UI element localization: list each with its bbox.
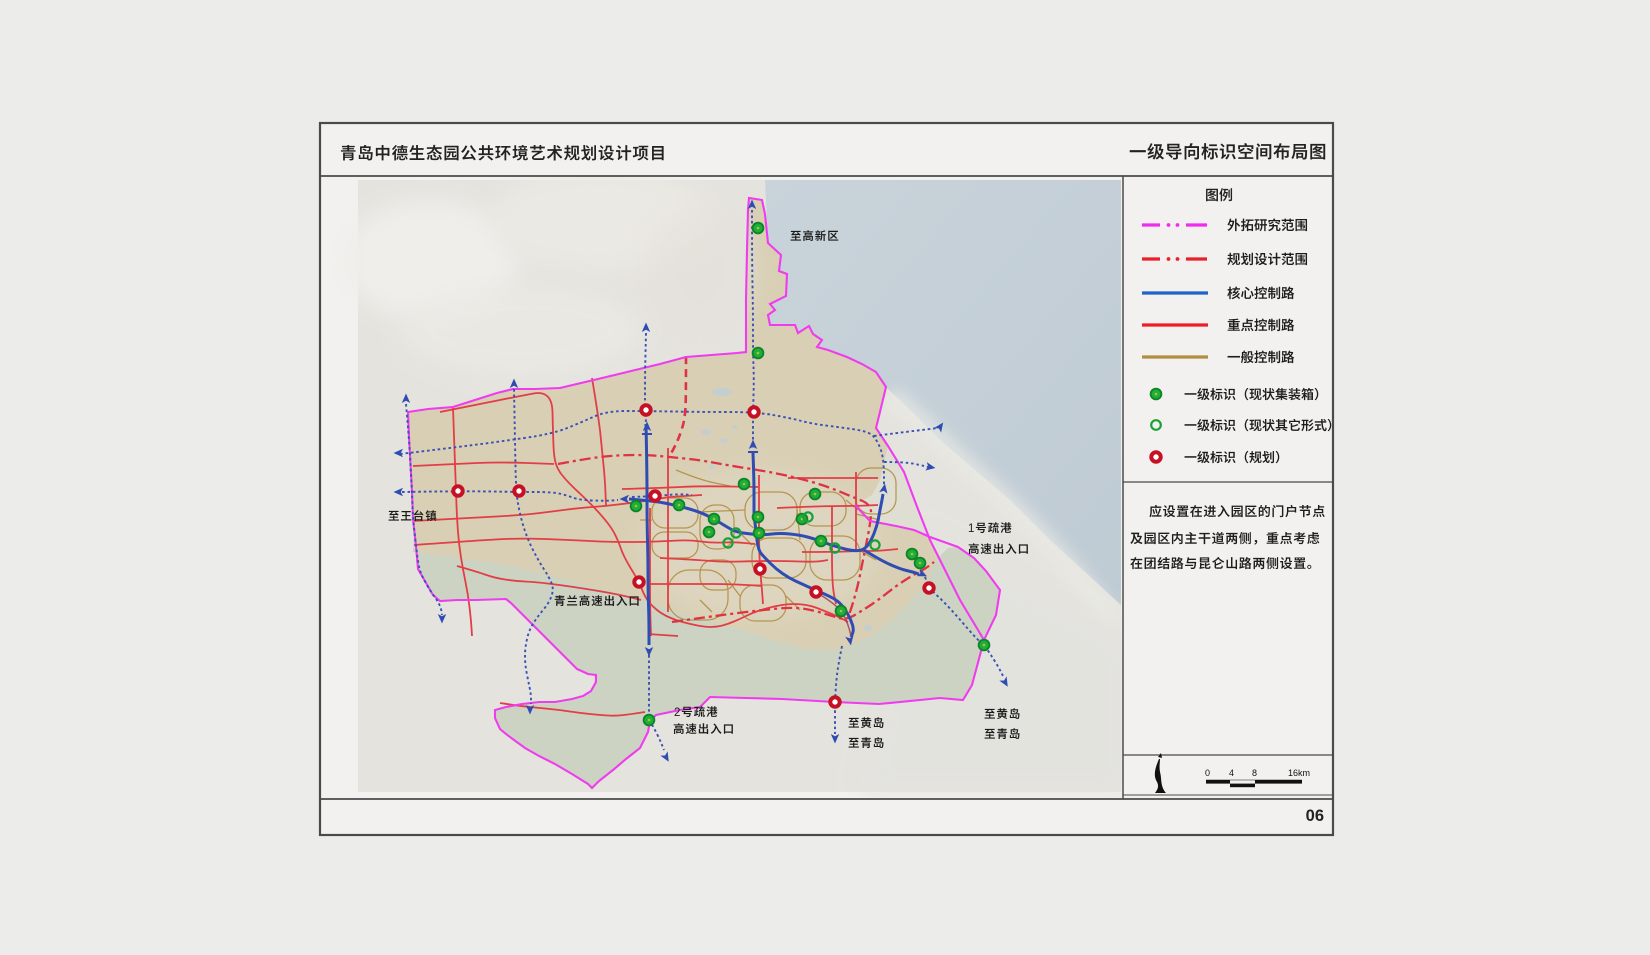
svg-text:1号疏港: 1号疏港 [968, 522, 1013, 535]
svg-text:至黄岛: 至黄岛 [984, 708, 1021, 721]
svg-text:重点控制路: 重点控制路 [1227, 318, 1295, 333]
svg-text:青岛中德生态园公共环境艺术规划设计项目: 青岛中德生态园公共环境艺术规划设计项目 [340, 144, 667, 163]
svg-text:至青岛: 至青岛 [848, 737, 885, 750]
svg-text:在团结路与昆仑山路两侧设置。: 在团结路与昆仑山路两侧设置。 [1130, 556, 1320, 571]
svg-text:16km: 16km [1288, 768, 1310, 778]
svg-text:一级标识（现状其它形式）: 一级标识（现状其它形式） [1184, 418, 1340, 433]
svg-text:0: 0 [1205, 768, 1210, 778]
svg-text:高速出入口: 高速出入口 [968, 543, 1030, 556]
svg-text:2号疏港: 2号疏港 [674, 706, 719, 719]
svg-text:至青岛: 至青岛 [984, 728, 1021, 741]
svg-text:图例: 图例 [1205, 187, 1233, 203]
svg-text:06: 06 [1306, 807, 1324, 825]
svg-text:至王台镇: 至王台镇 [388, 510, 438, 523]
svg-text:4: 4 [1229, 768, 1234, 778]
svg-text:规划设计范围: 规划设计范围 [1227, 252, 1308, 267]
svg-text:外拓研究范围: 外拓研究范围 [1227, 218, 1308, 233]
svg-text:核心控制路: 核心控制路 [1227, 286, 1295, 301]
svg-text:一级导向标识空间布局图: 一级导向标识空间布局图 [1129, 142, 1327, 162]
svg-text:至高新区: 至高新区 [790, 230, 840, 243]
svg-text:一级标识（现状集装箱）: 一级标识（现状集装箱） [1184, 387, 1327, 402]
svg-text:8: 8 [1252, 768, 1257, 778]
svg-text:至黄岛: 至黄岛 [848, 717, 885, 730]
svg-text:高速出入口: 高速出入口 [673, 723, 735, 736]
svg-text:应设置在进入园区的门户节点: 应设置在进入园区的门户节点 [1149, 504, 1326, 519]
svg-text:及园区内主干道两侧，重点考虑: 及园区内主干道两侧，重点考虑 [1130, 531, 1320, 546]
svg-text:一级标识（规划）: 一级标识（规划） [1184, 450, 1288, 465]
svg-text:一般控制路: 一般控制路 [1227, 350, 1295, 365]
svg-text:青兰高速出入口: 青兰高速出入口 [554, 595, 641, 608]
